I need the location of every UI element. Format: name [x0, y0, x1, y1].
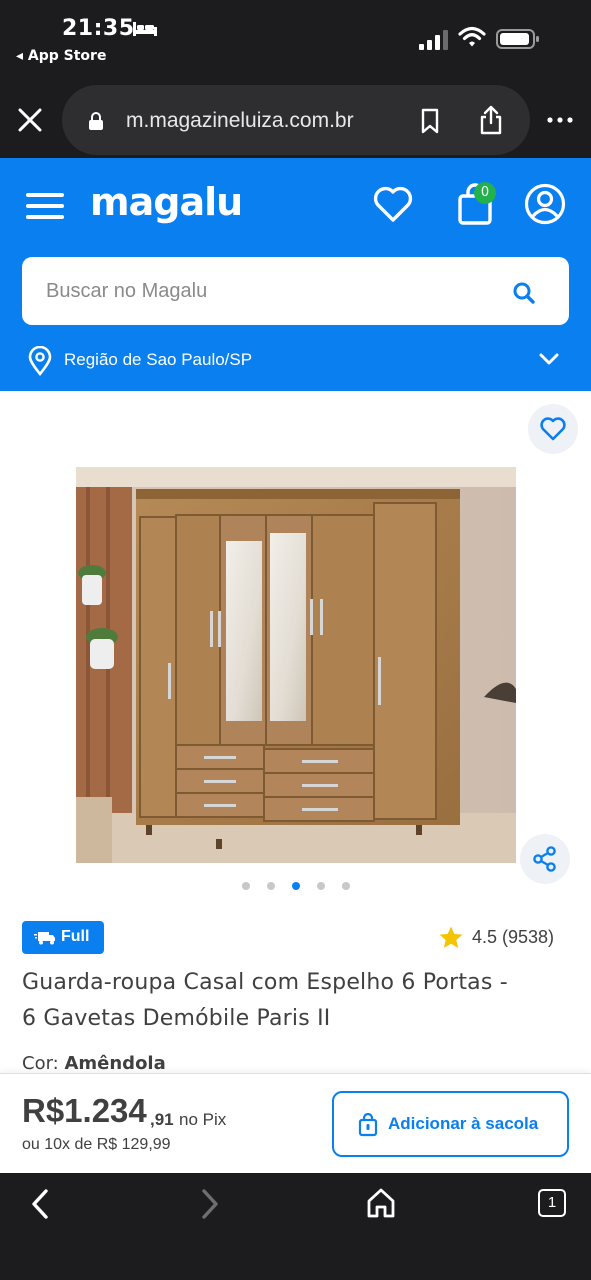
share-product-button[interactable]: [520, 834, 570, 884]
product-title-line-1: Guarda-roupa Casal com Espelho 6 Portas …: [22, 970, 508, 995]
menu-icon[interactable]: [26, 191, 66, 221]
carousel-dot[interactable]: [317, 882, 325, 890]
chevron-down-icon[interactable]: [538, 350, 560, 368]
color-value: Amêndola: [64, 1053, 166, 1074]
back-to-app-store[interactable]: ◂ App Store: [16, 48, 106, 64]
lock-icon: [89, 112, 103, 130]
add-to-bag-button[interactable]: Adicionar à sacola: [332, 1091, 569, 1157]
color-label: Cor:: [22, 1053, 59, 1074]
price-pix-label: no Pix: [179, 1110, 227, 1129]
color-row: Cor: Amêndola: [22, 1053, 166, 1074]
truck-icon: [34, 932, 55, 945]
home-icon[interactable]: [366, 1187, 396, 1219]
purchase-bar: R$1.234 ,91 no Pix ou 10x de R$ 129,99 A…: [0, 1073, 591, 1173]
user-icon[interactable]: [524, 183, 566, 225]
heart-icon: [540, 417, 566, 441]
heart-icon[interactable]: [372, 184, 414, 224]
browser-toolbar: 1: [0, 1173, 591, 1280]
signal-icon: [419, 30, 448, 50]
ios-status-bar: 21:35 ◂ App Store: [0, 0, 591, 82]
price-cents: ,91: [150, 1110, 174, 1129]
region-selector[interactable]: Região de Sao Paulo/SP: [0, 338, 591, 386]
carousel-dot-active[interactable]: [292, 882, 300, 890]
bed-icon: [133, 22, 157, 36]
more-icon[interactable]: [546, 108, 574, 132]
search-box: [22, 257, 569, 325]
carousel-dot[interactable]: [342, 882, 350, 890]
carousel-dot[interactable]: [267, 882, 275, 890]
forward-icon[interactable]: [198, 1187, 222, 1221]
status-time: 21:35: [62, 16, 135, 41]
carousel-indicator: [238, 880, 358, 892]
browser-bar: m.magazineluiza.com.br: [0, 82, 591, 158]
cart-count-badge: 0: [474, 182, 496, 204]
region-label: Região de Sao Paulo/SP: [64, 350, 253, 369]
site-header: magalu 0 Região de Sao Paulo/SP: [0, 158, 591, 391]
star-icon: [439, 926, 463, 948]
bag-icon: [358, 1113, 378, 1137]
tabs-button[interactable]: 1: [538, 1189, 566, 1217]
add-to-wishlist-button[interactable]: [528, 404, 578, 454]
magalu-logo[interactable]: magalu: [90, 180, 243, 224]
pin-icon: [28, 346, 52, 376]
battery-icon: [496, 29, 539, 49]
full-badge: Full: [22, 921, 104, 954]
url-bar[interactable]: m.magazineluiza.com.br: [62, 85, 530, 155]
url-text: m.magazineluiza.com.br: [126, 109, 354, 132]
full-badge-label: Full: [61, 928, 90, 945]
wifi-icon: [458, 26, 486, 47]
carousel-dot[interactable]: [242, 882, 250, 890]
add-to-bag-label: Adicionar à sacola: [388, 1114, 539, 1133]
product-title-line-2: 6 Gavetas Demóbile Paris II: [22, 1006, 331, 1031]
installments-text: ou 10x de R$ 129,99: [22, 1136, 171, 1153]
price-main: R$1.234: [22, 1092, 147, 1129]
product-image-wardrobe[interactable]: [76, 467, 516, 863]
search-input[interactable]: [46, 257, 506, 325]
back-icon[interactable]: [28, 1187, 52, 1221]
share-icon: [533, 846, 556, 872]
bookmark-icon[interactable]: [418, 108, 442, 134]
rating-text[interactable]: 4.5 (9538): [472, 927, 554, 948]
search-icon[interactable]: [506, 275, 542, 311]
share-icon[interactable]: [478, 105, 504, 135]
close-icon[interactable]: [14, 104, 46, 136]
